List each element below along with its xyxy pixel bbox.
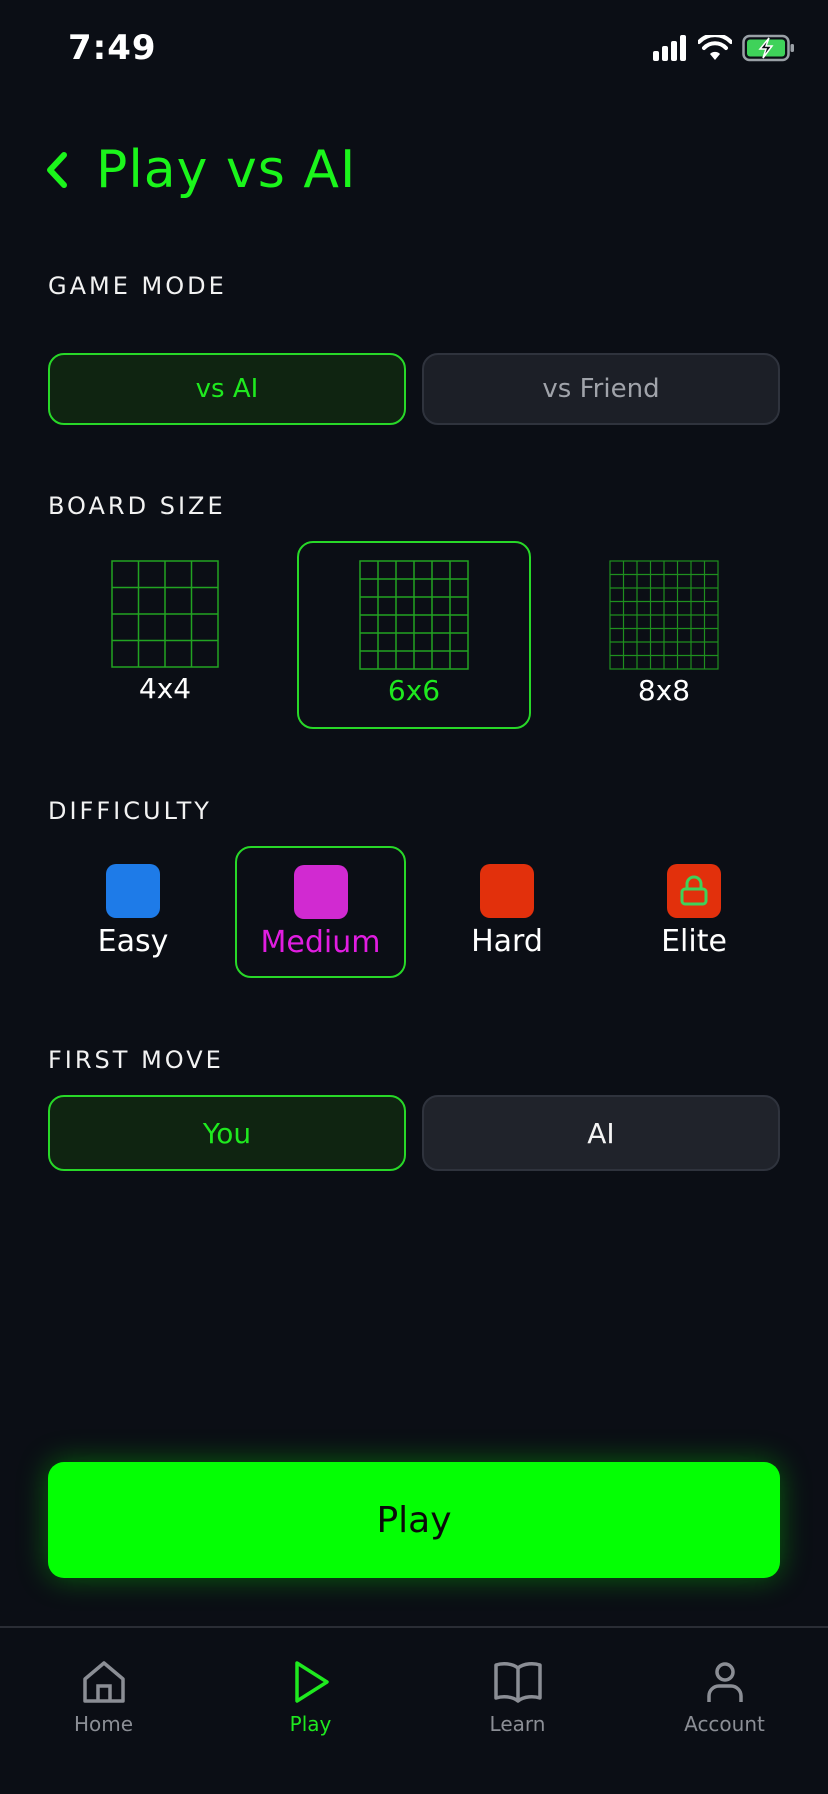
book-icon [493,1662,542,1703]
first-move-label: FIRST MOVE [48,1046,224,1074]
back-button[interactable] [44,152,70,192]
medium-color-swatch [293,865,348,919]
grid-8x8-icon [609,560,719,670]
game-mode-vs-friend-button[interactable]: vs Friend [422,353,780,425]
tab-account[interactable]: Account [621,1658,828,1736]
play-icon [294,1661,329,1703]
elite-color-swatch [667,864,721,918]
game-mode-label: GAME MODE [48,272,227,300]
difficulty-medium-label: Medium [260,925,381,960]
tab-learn-label: Learn [489,1712,546,1736]
status-icons [652,34,796,62]
board-size-6x6-label: 6x6 [387,674,441,707]
board-size-8x8-label: 8x8 [637,674,691,707]
grid-4x4-icon [111,560,219,668]
page-title: Play vs AI [96,140,357,200]
board-size-8x8-option[interactable]: 8x8 [579,560,749,710]
difficulty-medium-option[interactable]: Medium [235,846,406,978]
first-move-ai-button[interactable]: AI [422,1095,780,1171]
difficulty-elite-option[interactable]: Elite [621,864,767,964]
tab-play-label: Play [289,1712,332,1736]
status-time: 7:49 [68,28,157,68]
tab-learn[interactable]: Learn [414,1658,621,1736]
grid-6x6-icon [359,560,469,670]
difficulty-elite-label: Elite [661,924,727,959]
person-icon [706,1662,743,1702]
easy-color-swatch [106,864,160,918]
signal-icon [653,35,686,61]
board-size-label: BOARD SIZE [48,492,226,520]
home-icon [82,1661,125,1703]
lock-icon [680,875,708,906]
board-size-6x6-option[interactable]: 6x6 [297,541,531,729]
tab-home[interactable]: Home [0,1658,207,1736]
tab-play[interactable]: Play [207,1658,414,1736]
board-size-4x4-label: 4x4 [138,672,192,705]
hard-color-swatch [480,864,534,918]
wifi-icon [698,35,732,60]
difficulty-easy-label: Easy [97,924,169,959]
board-size-4x4-option[interactable]: 4x4 [80,560,250,710]
play-button[interactable]: Play [48,1462,780,1578]
chevron-left-icon [47,152,67,188]
tab-home-label: Home [73,1712,134,1736]
game-mode-vs-ai-button[interactable]: vs AI [48,353,406,425]
tab-bar: Home Play Learn Account [0,1626,828,1794]
difficulty-hard-option[interactable]: Hard [434,864,580,964]
first-move-you-button[interactable]: You [48,1095,406,1171]
difficulty-label: DIFFICULTY [48,797,212,825]
difficulty-easy-option[interactable]: Easy [60,864,206,964]
difficulty-hard-label: Hard [471,924,543,959]
tab-account-label: Account [684,1712,765,1736]
battery-charging-icon [742,34,794,62]
